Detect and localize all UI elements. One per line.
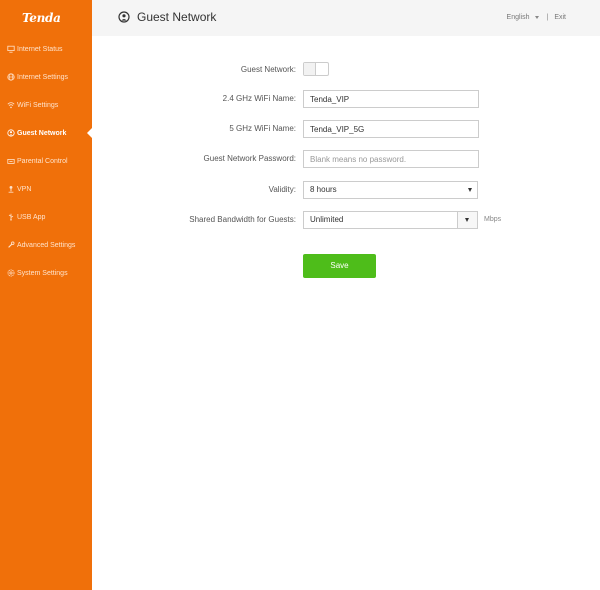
sidebar-item-internet-settings[interactable]: Internet Settings	[0, 63, 92, 91]
exit-link[interactable]: Exit	[554, 14, 566, 21]
header-bar: Guest Network English | Exit	[92, 0, 600, 36]
password-label: Guest Network Password:	[203, 154, 296, 163]
guest-network-label: Guest Network:	[240, 65, 296, 74]
header-actions: English | Exit	[507, 14, 566, 21]
guest-network-icon	[118, 11, 130, 23]
bandwidth-value[interactable]: Unlimited	[304, 212, 458, 228]
guest-network-icon	[6, 129, 15, 138]
monitor-icon	[6, 45, 15, 54]
bandwidth-label: Shared Bandwidth for Guests:	[189, 215, 296, 224]
ssid-5-label: 5 GHz WiFi Name:	[229, 124, 296, 133]
bandwidth-unit: Mbps	[484, 216, 502, 223]
wifi-icon	[6, 101, 15, 110]
sidebar-item-vpn[interactable]: VPN	[0, 175, 92, 203]
sidebar-item-system-settings[interactable]: System Settings	[0, 259, 92, 287]
tenda-logo[interactable]: Tenda	[22, 11, 61, 25]
toggle-knob	[304, 63, 316, 75]
password-input[interactable]	[303, 150, 479, 168]
sidebar-item-label: VPN	[17, 185, 32, 193]
sidebar-item-internet-status[interactable]: Internet Status	[0, 35, 92, 63]
chevron-down-icon	[534, 16, 539, 19]
page-title: Guest Network	[137, 10, 217, 24]
sidebar-item-label: USB App	[17, 213, 46, 221]
sidebar-item-advanced-settings[interactable]: Advanced Settings	[0, 231, 92, 259]
vpn-icon	[6, 185, 15, 194]
sidebar-item-wifi-settings[interactable]: WiFi Settings	[0, 91, 92, 119]
chevron-down-icon	[468, 188, 472, 192]
parental-control-icon	[6, 157, 15, 166]
sidebar-item-label: System Settings	[17, 269, 68, 277]
header-separator: |	[546, 14, 549, 21]
sidebar-item-label: Internet Status	[17, 45, 63, 53]
sidebar-item-label: Parental Control	[17, 157, 68, 165]
validity-value: 8 hours	[310, 185, 337, 194]
sidebar-item-label: Advanced Settings	[17, 241, 76, 249]
ssid-5-input[interactable]	[303, 120, 479, 138]
validity-select[interactable]: 8 hours	[303, 181, 478, 199]
bandwidth-dropdown-button[interactable]	[457, 212, 477, 228]
sidebar-item-label: Guest Network	[17, 129, 67, 137]
sidebar-item-parental-control[interactable]: Parental Control	[0, 147, 92, 175]
sidebar-item-label: WiFi Settings	[17, 101, 59, 109]
ssid-24-label: 2.4 GHz WiFi Name:	[222, 94, 296, 103]
gear-icon	[6, 269, 15, 278]
sidebar-nav: Internet Status Internet Settings WiFi S…	[0, 35, 92, 287]
language-label: English	[506, 14, 530, 21]
ssid-24-input[interactable]	[303, 90, 479, 108]
language-selector[interactable]: English	[507, 14, 539, 21]
validity-label: Validity:	[268, 185, 296, 194]
sidebar-item-label: Internet Settings	[17, 73, 68, 81]
bandwidth-combo[interactable]: Unlimited	[303, 211, 478, 229]
globe-icon	[6, 73, 15, 82]
sidebar-item-guest-network[interactable]: Guest Network	[0, 119, 92, 147]
usb-icon	[6, 213, 15, 222]
guest-network-toggle[interactable]	[303, 62, 329, 76]
page-title-group: Guest Network	[118, 10, 216, 24]
wrench-icon	[6, 241, 15, 250]
sidebar: Tenda Internet Status Internet Settings …	[0, 0, 92, 590]
sidebar-item-usb-app[interactable]: USB App	[0, 203, 92, 231]
save-button[interactable]: Save	[303, 254, 376, 278]
chevron-down-icon	[465, 218, 469, 222]
